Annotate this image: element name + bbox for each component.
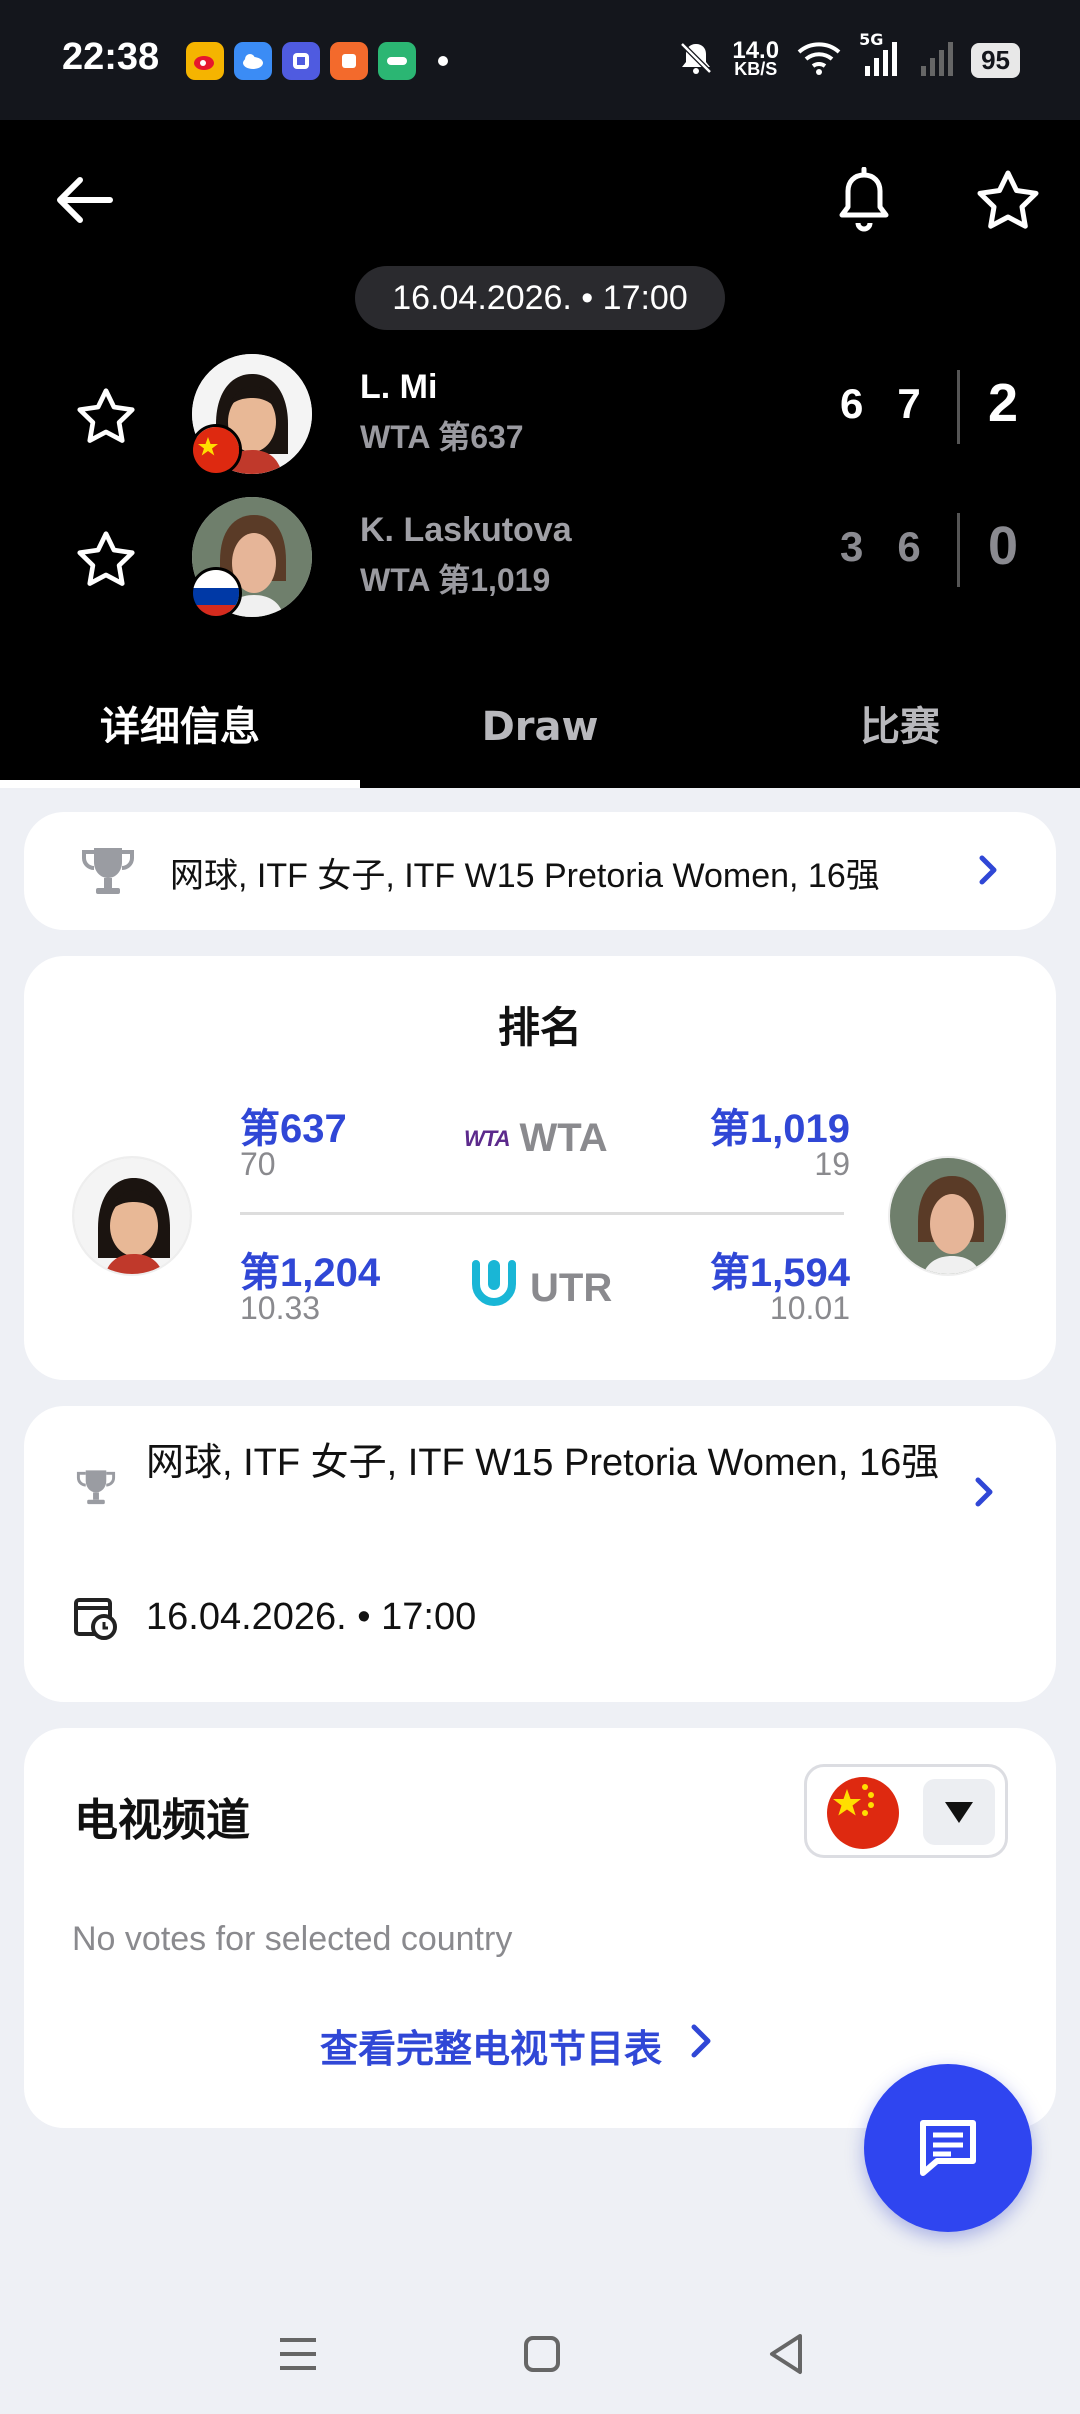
tieba-icon [282,42,320,80]
player-name[interactable]: K. Laskutova [360,511,572,550]
tournament-card[interactable]: 网球, ITF 女子, ITF W15 Pretoria Women, 16强 [24,812,1056,930]
tab-details[interactable]: 详细信息 [0,666,360,788]
player-row: L. Mi WTA 第637 6 7 2 [0,350,1080,480]
rankings-divider [240,1212,844,1215]
trophy-icon [78,842,138,906]
wta-label: WTA WTA [464,1116,608,1161]
network-type: 5G [859,30,884,49]
chevron-right-icon [686,2021,716,2070]
full-tv-schedule-link[interactable]: 查看完整电视节目表 [320,2018,716,2073]
back-button[interactable] [40,156,128,244]
player-row: K. Laskutova WTA 第1,019 3 6 0 [0,493,1080,623]
status-time: 22:38 [62,36,160,78]
player-avatar [888,1156,1008,1276]
flag-china-icon [190,424,242,476]
favorite-player-button[interactable] [64,374,148,458]
utr-name: UTR [530,1265,613,1310]
match-tabs: 详细信息 Draw 比赛 [0,666,1080,788]
match-info-card: 网球, ITF 女子, ITF W15 Pretoria Women, 16强 … [24,1406,1056,1702]
calendar-clock-icon [72,1594,118,1644]
net-speed-value: 14.0 [732,37,780,64]
player-rank: WTA 第1,019 [360,562,551,598]
utr-label: UTR [468,1256,612,1320]
match-info-tournament[interactable]: 网球, ITF 女子, ITF W15 Pretoria Women, 16强 [146,1436,966,1490]
trophy-icon [74,1466,118,1514]
set-score: 7 [897,380,921,427]
player-rank: WTA 第637 [360,419,524,455]
wta-points-right: 19 [814,1146,850,1182]
bell-icon [839,167,889,232]
dropdown-arrow-icon[interactable] [923,1779,995,1845]
weather-icon [234,42,272,80]
star-icon [77,531,135,586]
wta-points-left: 70 [240,1146,276,1182]
tab-draw[interactable]: Draw [360,666,720,788]
home-icon[interactable] [510,2322,574,2386]
player-avatar [72,1156,192,1276]
tv-channels-card: 电视频道 No votes for selected country 查看完整电… [24,1728,1056,2128]
star-icon [77,388,135,443]
system-nav-bar [0,2300,1080,2414]
signal-icon-2 [915,38,955,82]
back-nav-icon[interactable] [754,2322,818,2386]
tournament-label: 网球, ITF 女子, ITF W15 Pretoria Women, 16强 [170,857,880,895]
score-divider [957,370,960,444]
menu-icon[interactable] [266,2322,330,2386]
tab-matches[interactable]: 比赛 [720,666,1080,788]
wta-name: WTA [519,1116,608,1160]
utr-logo-icon [468,1256,520,1320]
notification-button[interactable] [820,156,908,244]
chat-icon [920,2120,976,2176]
arrow-left-icon [57,177,113,223]
status-app-icons [186,42,448,80]
utr-points-right: 10.01 [769,1290,850,1326]
net-speed-unit: KB/S [734,59,778,79]
app-icon [330,42,368,80]
favorite-player-button[interactable] [64,517,148,601]
tv-empty-message: No votes for selected country [72,1920,513,1958]
sets-won: 2 [988,373,1019,433]
star-icon [977,170,1039,229]
set-score: 6 [840,380,864,427]
bell-off-icon [676,38,716,82]
weibo-icon [186,42,224,80]
full-tv-schedule-label: 查看完整电视节目表 [320,2027,663,2071]
country-select[interactable] [804,1764,1008,1858]
rankings-card: 排名 第637 70 WTA WTA 第1,019 19 第1,204 10.3… [24,956,1056,1380]
tv-channels-title: 电视频道 [74,1795,250,1846]
flag-china-icon [827,1777,899,1849]
match-info-date: 16.04.2026. • 17:00 [146,1596,477,1638]
set-scores: 6 7 [840,380,921,428]
match-header: 16.04.2026. • 17:00 L. Mi WTA 第637 6 7 2 [0,120,1080,788]
set-score: 3 [840,523,864,570]
signal-icon: 5G [859,30,899,82]
oppo-icon [378,42,416,80]
player-name[interactable]: L. Mi [360,368,437,407]
chat-button[interactable] [864,2064,1032,2232]
utr-points-left: 10.33 [240,1290,321,1326]
flag-russia-icon [190,567,242,619]
score-divider [957,513,960,587]
rankings-title: 排名 [497,1003,582,1052]
chevron-right-icon [968,850,1008,894]
match-date-pill: 16.04.2026. • 17:00 [355,266,725,330]
status-bar: 22:38 14.0 KB/S 5G 95 [0,0,1080,120]
set-scores: 3 6 [840,523,921,571]
notification-dot [438,56,448,66]
status-indicators: 14.0 KB/S 5G 95 [676,30,1020,82]
chevron-right-icon[interactable] [964,1472,1004,1516]
net-speed: 14.0 KB/S [732,37,780,79]
set-score: 6 [897,523,921,570]
sets-won: 0 [988,516,1019,576]
wta-logo: WTA [464,1125,510,1151]
favorite-match-button[interactable] [964,156,1052,244]
battery-indicator: 95 [971,42,1020,78]
wifi-icon [795,38,843,82]
